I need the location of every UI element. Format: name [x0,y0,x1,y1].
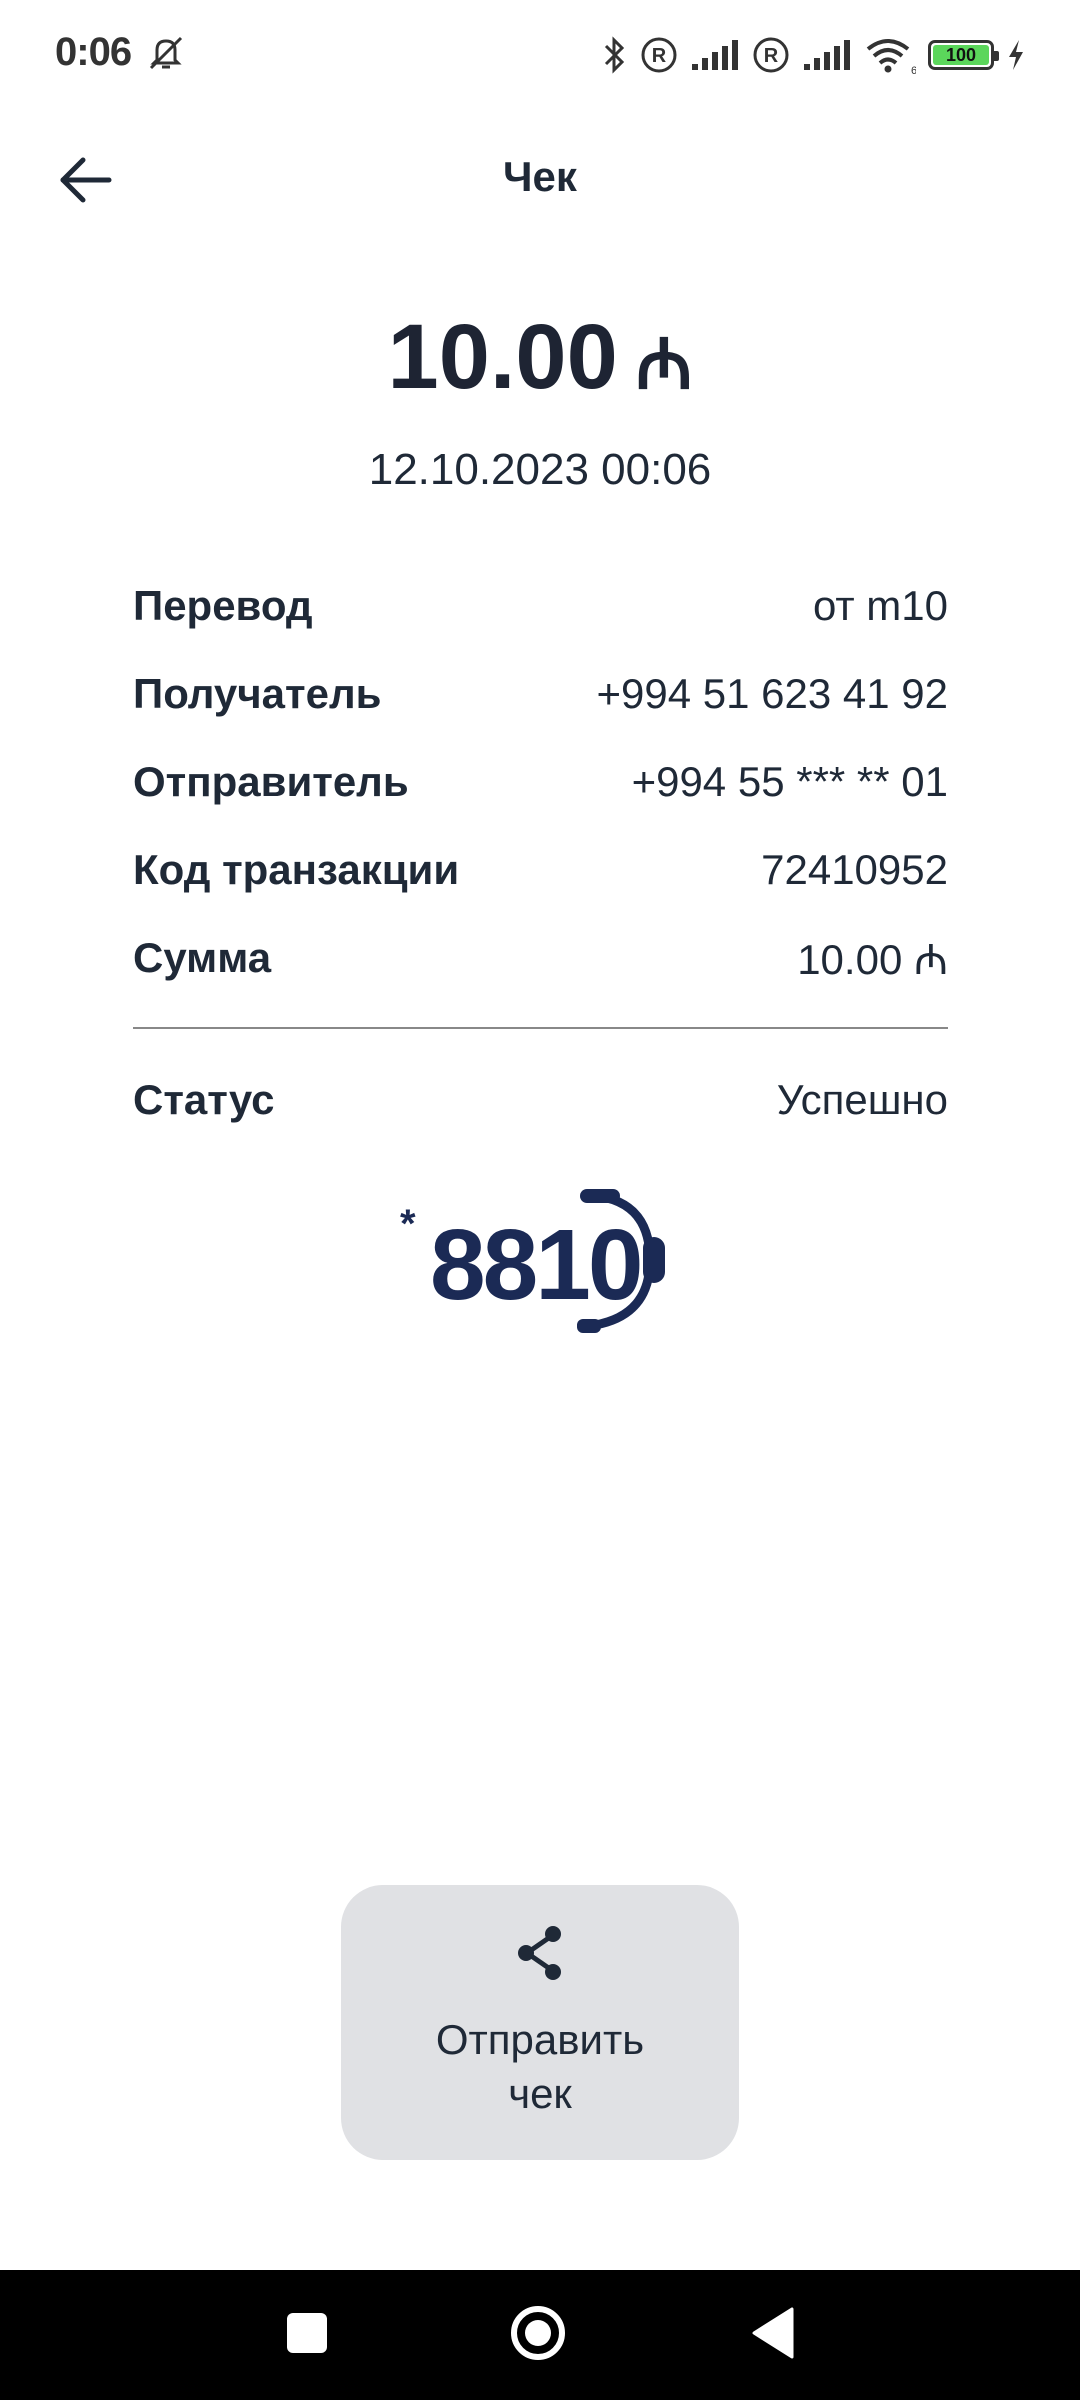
page-title: Чек [503,153,577,200]
share-receipt-button[interactable]: Отправить чек [341,1885,739,2160]
svg-text:R: R [764,45,779,67]
headset-icon [577,1189,665,1333]
wifi-icon: 6 [866,39,916,75]
bluetooth-icon [604,36,625,74]
detail-value: +994 55 *** ** 01 [631,758,948,805]
detail-label: Сумма [133,934,272,981]
signal-icon [692,40,738,70]
status-time: 0:06 [55,30,132,74]
mute-icon [149,36,183,70]
detail-row-recipient: Получатель +994 51 623 41 92 [133,650,948,738]
support-logo: * 8810 [390,1180,690,1340]
currency-symbol: ₼ [635,325,693,403]
share-button-label: Отправить чек [435,2016,645,2117]
detail-value: от m10 [812,582,948,629]
svg-text:R: R [652,45,667,67]
detail-label: Получатель [133,670,382,717]
roaming-icon: R [641,37,677,73]
back-icon[interactable] [752,2307,794,2359]
detail-row-transfer: Перевод от m10 [133,562,948,650]
logo-star: * [400,1202,416,1246]
system-nav-bar [0,2270,1080,2400]
status-row: Статус Успешно [133,1076,948,1124]
detail-row-sum: Сумма 10.00 ₼ [133,914,948,1002]
receipt-details: Перевод от m10 Получатель +994 51 623 41… [133,562,948,1002]
recents-icon[interactable] [287,2313,327,2353]
detail-value: 72410952 [761,846,948,893]
status-label: Статус [133,1076,275,1123]
status-icons: R R 6 100 [602,30,1026,80]
charging-icon [1009,40,1023,70]
detail-row-transaction-code: Код транзакции 72410952 [133,826,948,914]
signal-icon [804,40,850,70]
detail-label: Код транзакции [133,846,460,893]
receipt-datetime: 12.10.2023 00:06 [368,445,712,494]
receipt-amount: 10.00 ₼ [0,305,1080,410]
status-bar: 0:06 R R 6 100 [0,0,1080,110]
home-icon[interactable] [510,2305,566,2361]
battery-icon: 100 [928,40,999,70]
roaming-icon: R [753,37,789,73]
detail-value: 10.00 ₼ [797,935,948,983]
amount-value: 10.00 [387,306,618,408]
svg-text:6: 6 [911,65,916,75]
status-value: Успешно [776,1076,948,1123]
divider [133,1027,948,1029]
header: Чек [0,125,1080,235]
detail-label: Перевод [133,582,313,629]
detail-label: Отправитель [133,758,409,805]
detail-value: +994 51 623 41 92 [596,670,948,717]
detail-row-sender: Отправитель +994 55 *** ** 01 [133,738,948,826]
share-icon [518,1926,561,1980]
battery-level: 100 [933,45,989,65]
